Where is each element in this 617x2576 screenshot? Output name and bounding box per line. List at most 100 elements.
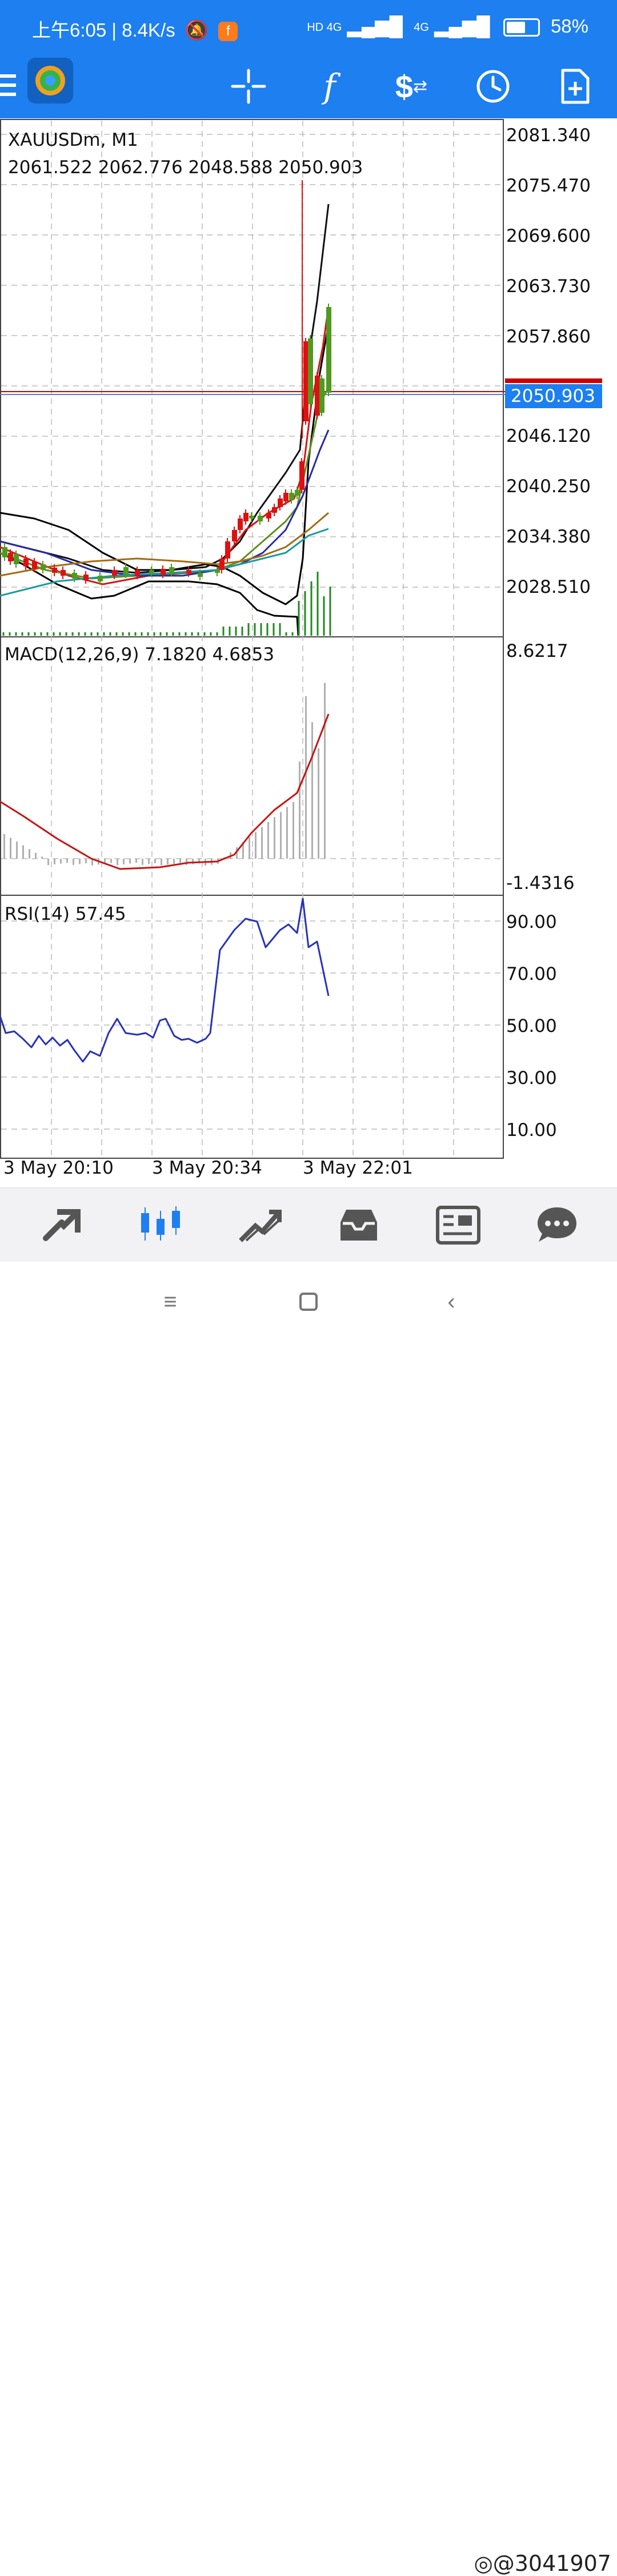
macd-histogram-bar (85, 859, 87, 864)
macd-histogram-bar (274, 817, 275, 859)
trade-icon[interactable]: $ ⇄ (380, 54, 443, 118)
system-navigation: ≡ ‹ ◎@3041907 (0, 1262, 617, 2576)
macd-histogram-bar (129, 859, 131, 864)
macd-panel (0, 636, 504, 896)
macd-histogram-bar (35, 852, 37, 859)
time-tick: 3 May 20:10 (3, 1158, 114, 1178)
candle-body (41, 564, 46, 570)
network1-label: HD 4G (307, 21, 342, 34)
menu-icon[interactable] (0, 74, 16, 97)
macd-histogram-bar (41, 856, 43, 859)
time-tick: 3 May 20:34 (152, 1158, 262, 1178)
time-tick: 3 May 22:01 (303, 1158, 413, 1178)
candle-body (219, 559, 225, 570)
candle-body (249, 516, 254, 519)
history-icon[interactable] (316, 1188, 402, 1262)
macd-histogram-bar (311, 722, 313, 859)
candle-body (23, 559, 29, 567)
macd-histogram-bar (79, 859, 81, 864)
macd-histogram-bar (135, 859, 137, 863)
price-tick: 2081.340 (506, 125, 591, 146)
candle-body (112, 570, 117, 576)
chart-area[interactable]: XAUUSDm, M1 2061.522 2062.776 2048.588 2… (0, 118, 617, 1187)
candle-body (14, 554, 19, 564)
macd-histogram-bar (293, 801, 294, 859)
macd-histogram-bar (142, 859, 143, 865)
macd-histogram-bar (29, 849, 30, 859)
macd-histogram-bar (148, 859, 150, 864)
ma-black (0, 204, 330, 574)
rsi-tick: 30.00 (506, 1068, 557, 1088)
macd-histogram-bar (154, 859, 156, 863)
ma-teal (0, 528, 329, 597)
ohlc-label: 2061.522 2062.776 2048.588 2050.903 (8, 157, 363, 178)
news-icon[interactable] (415, 1188, 501, 1262)
trade-nav-icon[interactable] (217, 1188, 303, 1262)
status-time: 上午6:05 (32, 19, 107, 41)
macd-histogram-bar (249, 837, 250, 859)
macd-histogram-bar (267, 822, 269, 859)
app-logo[interactable] (27, 58, 73, 103)
price-tick: 2028.510 (506, 577, 591, 597)
chat-icon[interactable] (514, 1188, 600, 1262)
rsi-tick: 90.00 (506, 912, 557, 932)
candle-body (266, 513, 271, 519)
status-speed: 8.4K/s (122, 19, 175, 41)
battery-percent: 58% (550, 15, 588, 37)
candle-body (289, 493, 294, 500)
price-tick: 2069.600 (506, 226, 591, 246)
candle-body (8, 553, 13, 561)
macd-histogram-bar (3, 834, 5, 859)
back-icon[interactable]: ‹ (434, 1285, 468, 1319)
signal2-icon: ▂▄▆█ (434, 15, 490, 37)
candle-body (198, 573, 203, 577)
rsi-tick: 10.00 (506, 1120, 557, 1141)
clock-icon[interactable] (462, 54, 524, 118)
candle-body (303, 341, 308, 421)
macd-histogram-bar (54, 859, 55, 864)
macd-histogram-bar (167, 859, 169, 865)
price-tick: 2034.380 (506, 527, 591, 547)
candle-body (52, 568, 57, 573)
price-tick: 2046.120 (506, 426, 591, 446)
price-tick: 2040.250 (506, 476, 591, 497)
candle-body (98, 576, 103, 581)
macd-histogram-bar (161, 859, 162, 866)
candle-body (232, 530, 237, 541)
macd-histogram-bar (16, 842, 18, 859)
macd-histogram-bar (255, 832, 257, 859)
crosshair-icon[interactable] (217, 54, 280, 118)
chart-toolbar: f $ ⇄ (0, 54, 617, 118)
macd-histogram-bar (60, 859, 62, 864)
price-tick: 2063.730 (506, 276, 591, 297)
macd-label: MACD(12,26,9) 7.1820 4.6853 (5, 644, 275, 665)
price-tick: 2057.860 (506, 326, 591, 347)
macd-histogram-bar (66, 859, 68, 863)
quotes-icon[interactable] (19, 1188, 105, 1262)
ma-upper-band (0, 324, 330, 605)
home-icon[interactable] (291, 1285, 326, 1319)
add-document-icon[interactable] (544, 54, 607, 118)
candle-body (243, 513, 249, 521)
bottom-navigation (0, 1187, 617, 1262)
status-bar: 上午6:05 | 8.4K/s 🔕 f HD 4G ▂▄▆█ 4G ▂▄▆█ 5… (32, 15, 588, 42)
ma-red (0, 306, 330, 585)
macd-histogram-bar (280, 812, 282, 859)
candle-body (258, 516, 263, 521)
macd-histogram-bar (173, 859, 175, 864)
candle-body (272, 507, 277, 513)
candle-body (169, 567, 174, 573)
rsi-panel (0, 895, 504, 1159)
candle-body (326, 307, 331, 393)
signal1-icon: ▂▄▆█ (347, 15, 403, 37)
function-icon[interactable]: f (298, 54, 361, 118)
macd-tick: -1.4316 (506, 873, 575, 894)
candle-body (225, 541, 230, 559)
chart-icon[interactable] (118, 1188, 203, 1262)
candle-body (135, 570, 140, 576)
macd-histogram-bar (261, 827, 263, 859)
recent-apps-icon[interactable]: ≡ (153, 1285, 187, 1319)
rsi-label: RSI(14) 57.45 (5, 904, 126, 924)
macd-signal-line (0, 713, 330, 870)
candle-body (186, 570, 191, 573)
